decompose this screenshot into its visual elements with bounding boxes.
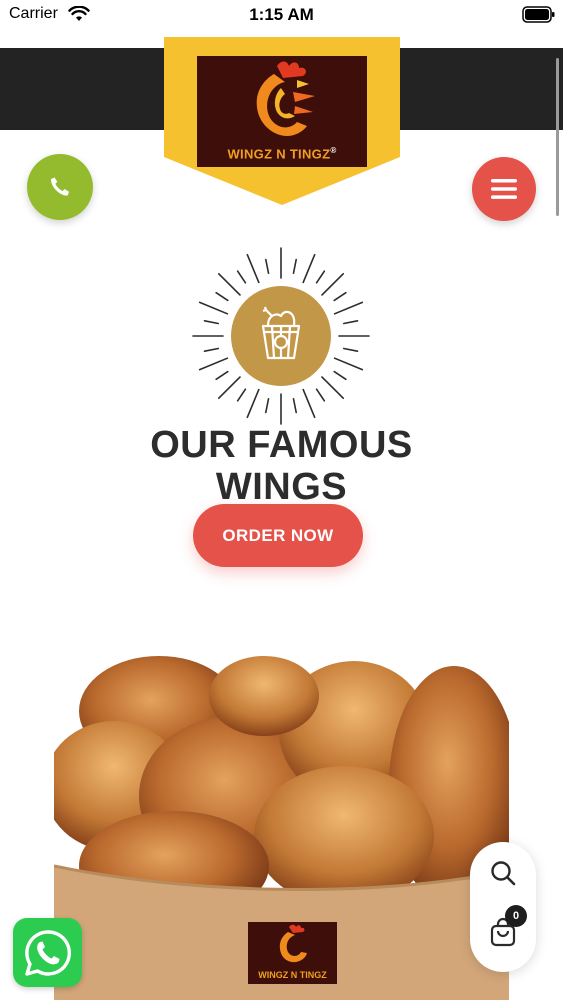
sunburst-ray: [215, 291, 229, 302]
registered-mark: ®: [330, 146, 337, 155]
sunburst-ray: [333, 357, 364, 371]
sunburst-ray: [198, 357, 229, 371]
sunburst-ray: [302, 388, 316, 419]
sunburst-ray: [321, 272, 345, 296]
search-icon[interactable]: [489, 859, 517, 887]
hero-title-line-2: WINGS: [215, 466, 348, 508]
sunburst-ray: [264, 258, 270, 275]
sunburst-ray: [203, 347, 220, 353]
hamburger-menu-icon: [491, 179, 517, 199]
sunburst-ray: [203, 319, 220, 325]
sunburst-ray: [292, 258, 298, 275]
sunburst-ray: [264, 397, 270, 414]
sunburst-ray: [215, 370, 229, 381]
scrollbar[interactable]: [556, 58, 559, 216]
clock: 1:15 AM: [249, 5, 314, 24]
call-button[interactable]: [27, 154, 93, 220]
brand-name-text: WINGZ N TINGZ: [227, 146, 331, 162]
sunburst-ray: [321, 376, 345, 400]
order-now-button[interactable]: ORDER NOW: [193, 504, 363, 567]
sunburst-ray: [333, 291, 347, 302]
sunburst-ray: [236, 388, 247, 402]
hero-title: OUR FAMOUS WINGS: [0, 424, 563, 508]
sunburst-ray: [236, 270, 247, 284]
cart-count-badge: 0: [505, 905, 527, 927]
sunburst-ray: [315, 270, 326, 284]
sunburst-ray: [217, 376, 241, 400]
sunburst-ray: [333, 370, 347, 381]
sunburst-ray: [217, 272, 241, 296]
sunburst-ray: [292, 397, 298, 414]
sunburst-ray: [333, 301, 364, 315]
sunburst-ray: [315, 388, 326, 402]
sunburst-ray: [246, 388, 260, 419]
sunburst-ray: [246, 253, 260, 284]
battery-icon: [522, 6, 555, 23]
whatsapp-button[interactable]: [13, 918, 82, 987]
sunburst-ray: [198, 301, 229, 315]
tray-label: WINGZ N TINGZ: [258, 970, 327, 980]
sunburst-ray: [302, 253, 316, 284]
rooster-logo-icon: [279, 924, 307, 963]
wings-emblem: [192, 247, 370, 425]
menu-button[interactable]: [472, 157, 536, 221]
rooster-logo-icon: [256, 61, 315, 137]
sunburst-ray: [342, 347, 359, 353]
status-bar: Carrier 1:15 AM: [0, 0, 563, 30]
hero-title-line-1: OUR FAMOUS: [150, 424, 413, 466]
whatsapp-icon: [24, 929, 71, 976]
phone-icon: [50, 177, 69, 196]
sunburst-ray: [342, 319, 359, 325]
brand-name: WINGZ N TINGZ®: [197, 146, 367, 161]
